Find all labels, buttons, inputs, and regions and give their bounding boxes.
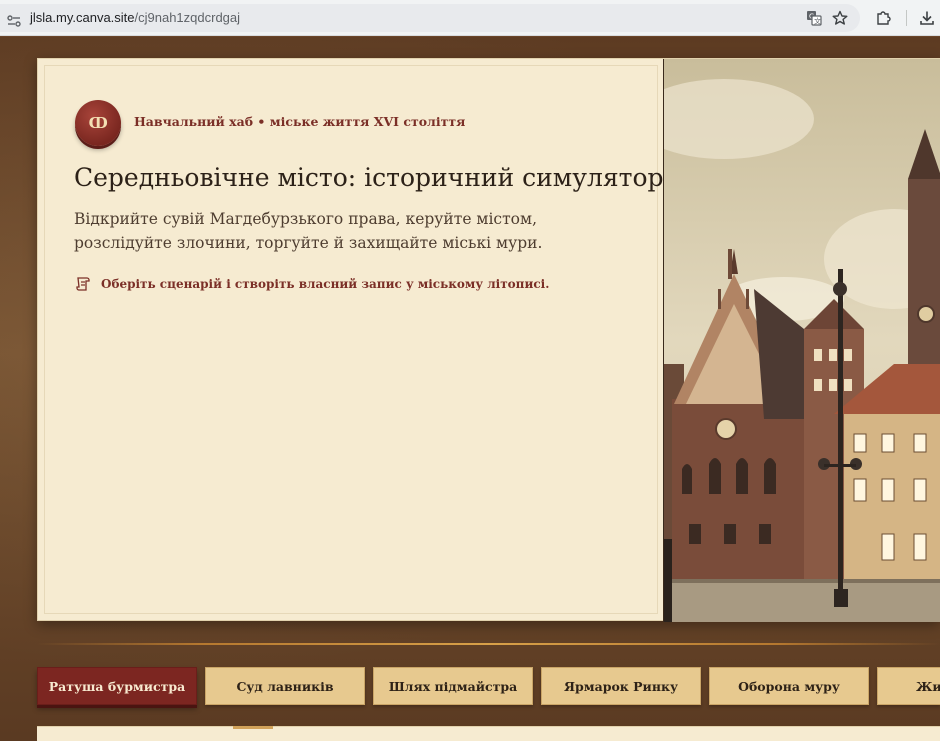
svg-text:文: 文 [814,17,821,26]
tab-mayors-town-hall[interactable]: Ратуша бурмистра [37,667,197,705]
download-icon[interactable] [916,8,938,28]
page-background: ↀ Навчальний хаб • міське життя XVI стол… [0,37,940,741]
content-panel [37,726,940,741]
url-path: /cj9nah1zqdcrdgaj [134,10,241,25]
puzzle-icon[interactable] [872,8,894,28]
tab-label: Жит [916,678,940,694]
seal-icon: ↀ [75,100,121,146]
tab-label: Ярмарок Ринку [563,678,679,694]
browser-toolbar: jlsla.my.canva.site/cj9nah1zqdcrdgaj G 文 [0,0,940,36]
tab-aldermen-court[interactable]: Суд лавників [205,667,365,705]
seal-glyph: ↀ [88,114,108,132]
hub-title: Навчальний хаб • міське життя XVI століт… [134,114,466,129]
tab-apprentice-path[interactable]: Шлях підмайстра [373,667,533,705]
url-host: jlsla.my.canva.site [30,10,135,25]
scroll-icon [75,276,91,292]
town-hall-image [664,59,940,622]
tab-label: Ратуша бурмистра [48,678,186,694]
tab-market-fair[interactable]: Ярмарок Ринку [541,667,701,705]
tab-life[interactable]: Жит [877,667,940,705]
tab-label: Суд лавників [236,678,334,694]
content-panel-accent [233,726,273,729]
section-divider [37,643,940,645]
scenario-hint: Оберіть сценарій і створіть власний запи… [101,277,550,291]
page-title: Середньовічне місто: історичний симулято… [74,163,664,192]
hero-frame [44,65,658,614]
star-icon[interactable] [830,8,850,28]
url-text[interactable]: jlsla.my.canva.site/cj9nah1zqdcrdgaj [30,10,240,25]
tab-label: Оборона муру [738,678,840,694]
address-bar[interactable]: jlsla.my.canva.site/cj9nah1zqdcrdgaj G 文 [0,4,860,32]
hero-card: ↀ Навчальний хаб • міське життя XVI стол… [37,58,940,622]
hero-description: Відкрийте сувій Магдебурзького права, ке… [74,210,543,252]
translate-icon[interactable]: G 文 [804,8,824,28]
toolbar-separator [906,10,907,26]
site-info-icon[interactable] [7,12,21,27]
tab-label: Шлях підмайстра [388,678,518,694]
tab-wall-defense[interactable]: Оборона муру [709,667,869,705]
town-hall-illustration [663,59,940,622]
